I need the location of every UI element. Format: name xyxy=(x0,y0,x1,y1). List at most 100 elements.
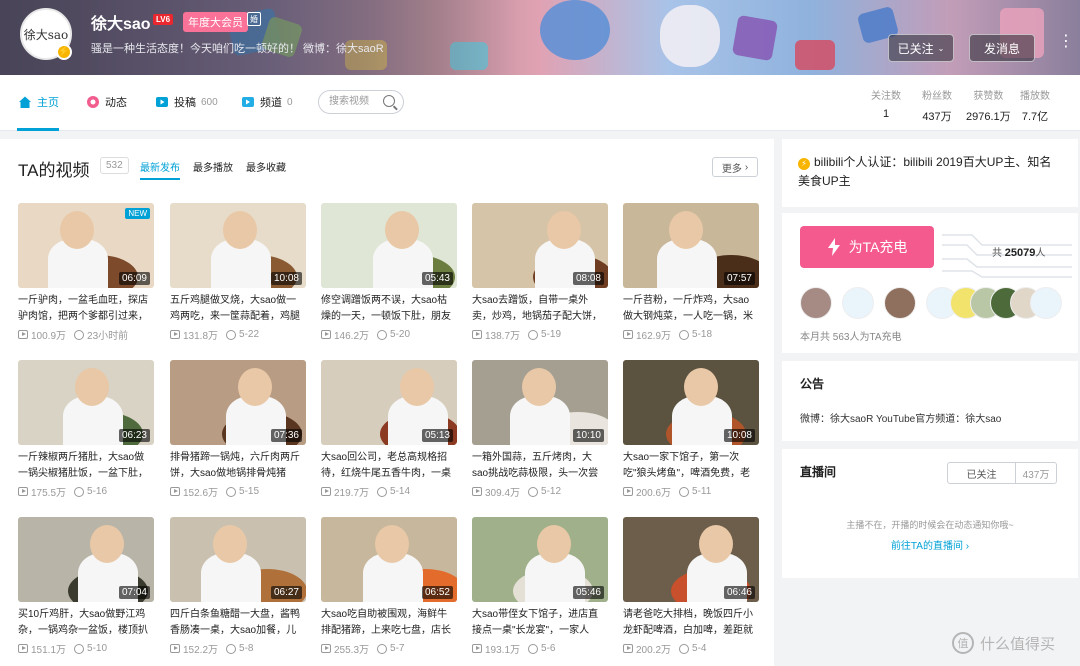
video-meta: 146.2万 5-20 xyxy=(321,327,457,342)
video-meta: 138.7万 5-19 xyxy=(472,327,608,342)
video-play-count: 152.2万 xyxy=(183,645,219,656)
watermark-text: 什么值得买 xyxy=(980,635,1056,653)
video-card[interactable]: 10:08 大sao一家下馆子，第一次吃"狼头烤鱼"，啤酒免费，老 200.6万 5-… xyxy=(623,360,759,499)
tab-most-favorited[interactable]: 最多收藏 xyxy=(246,159,286,174)
video-title[interactable]: 请老爸吃大排档，晚饭四斤小龙虾配啤酒，白加啤，差距就 xyxy=(623,607,759,639)
video-card[interactable]: 06:27 四斤白条鱼糖醋一大盘，酱鸭香肠凑一桌，大sao加餐，儿 152.2万 5-… xyxy=(170,517,306,656)
video-card[interactable]: 10:08 五斤鸡腿做叉烧，大sao做一鸡两吃，来一筐蒜配着，鸡腿 131.8万 5-… xyxy=(170,203,306,342)
video-duration: 07:36 xyxy=(270,429,302,442)
videos-count: 532 xyxy=(100,157,129,174)
video-publish-time: 5-19 xyxy=(541,329,562,340)
video-title[interactable]: 一箱外国蒜，五斤烤肉，大sao挑战吃蒜极限，头一次尝 xyxy=(472,450,608,482)
play-count-icon xyxy=(321,487,331,496)
video-title[interactable]: 四斤白条鱼糖醋一大盘，酱鸭香肠凑一桌，大sao加餐，儿 xyxy=(170,607,306,639)
tab-latest[interactable]: 最新发布 xyxy=(140,159,180,174)
play-count-icon xyxy=(472,487,482,496)
video-card[interactable]: 05:46 大sao带侄女下馆子，进店直接点一桌"长龙宴"，一家人 193.1万 5-… xyxy=(472,517,608,656)
more-videos-button[interactable]: 更多 › xyxy=(712,157,758,177)
tab-uploads[interactable]: 投稿 600 xyxy=(155,94,218,110)
tab-most-played[interactable]: 最多播放 xyxy=(193,159,233,174)
video-thumbnail[interactable]: 07:04 xyxy=(18,517,154,602)
tab-dynamic[interactable]: 动态 xyxy=(86,94,127,110)
vip-badge[interactable]: 年度大会员 xyxy=(183,12,248,32)
lightning-badge-icon: ⚡ xyxy=(798,158,810,170)
video-thumbnail[interactable]: 06:27 xyxy=(170,517,306,602)
video-play-count: 309.4万 xyxy=(485,488,521,499)
video-title[interactable]: 一斤苕粉，一斤炸鸡，大sao做大钢炖菜，一人吃一锅，米 xyxy=(623,293,759,325)
user-avatar[interactable]: 徐大sao ⚡ xyxy=(20,8,72,60)
video-title[interactable]: 排骨猪蹄一锅炖，六斤肉两斤饼，大sao做地锅排骨炖猪 xyxy=(170,450,306,482)
video-thumbnail[interactable]: 06:23 xyxy=(18,360,154,445)
video-thumbnail[interactable]: 06:46 xyxy=(623,517,759,602)
tab-channels[interactable]: 频道 0 xyxy=(241,94,293,110)
dynamic-icon xyxy=(87,96,99,108)
video-thumbnail[interactable]: 10:10 xyxy=(472,360,608,445)
video-card[interactable]: 07:36 排骨猪蹄一锅炖，六斤肉两斤饼，大sao做地锅排骨炖猪 152.6万 5-1… xyxy=(170,360,306,499)
video-meta: 151.1万 5-10 xyxy=(18,641,154,656)
go-to-live-room-link[interactable]: 前往TA的直播间 › xyxy=(782,537,1078,552)
clock-icon xyxy=(679,486,690,497)
tab-dynamic-label: 动态 xyxy=(105,97,127,109)
video-duration: 06:09 xyxy=(118,272,150,285)
video-card[interactable]: 10:10 一箱外国蒜，五斤烤肉，大sao挑战吃蒜极限，头一次尝 309.4万 5-1… xyxy=(472,360,608,499)
live-follow-button[interactable]: 已关注 437万 xyxy=(947,462,1057,484)
charger-avatar[interactable] xyxy=(884,287,916,319)
video-card[interactable]: 06:46 请老爸吃大排档，晚饭四斤小龙虾配啤酒，白加啤，差距就 200.2万 5-4 xyxy=(623,517,759,656)
video-card[interactable]: 07:57 一斤苕粉，一斤炸鸡，大sao做大钢炖菜，一人吃一锅，米 162.9万 5-… xyxy=(623,203,759,342)
video-play-count: 131.8万 xyxy=(183,331,219,342)
video-title[interactable]: 大sao去蹭饭，自带一桌外卖，炒鸡，地锅茄子配大饼， xyxy=(472,293,608,325)
video-thumbnail[interactable]: 10:08 xyxy=(623,360,759,445)
video-card[interactable]: NEW 06:09 一斤驴肉，一盆毛血旺，探店驴肉馆，把两个爹都引过来， 100.9万… xyxy=(18,203,154,342)
video-duration: 06:52 xyxy=(421,586,453,599)
video-play-count: 152.6万 xyxy=(183,488,219,499)
video-meta: 152.6万 5-15 xyxy=(170,484,306,499)
send-message-button[interactable]: 发消息 xyxy=(969,34,1035,62)
video-card[interactable]: 05:43 修空调蹭饭两不误，大sao枯燥的一天，一顿饭下肚，朋友 146.2万 5-… xyxy=(321,203,457,342)
search-placeholder: 搜索视频 xyxy=(329,96,369,107)
followed-button[interactable]: 已关注 ⌄ xyxy=(888,34,954,62)
charger-avatar[interactable] xyxy=(842,287,874,319)
video-title[interactable]: 修空调蹭饭两不误，大sao枯燥的一天，一顿饭下肚，朋友 xyxy=(321,293,457,325)
stat-value: 437万 xyxy=(922,111,952,123)
clock-icon xyxy=(679,643,690,654)
tab-home[interactable]: 主页 xyxy=(18,94,59,110)
video-thumbnail[interactable]: 08:08 xyxy=(472,203,608,288)
video-thumbnail[interactable]: 05:13 xyxy=(321,360,457,445)
search-icon[interactable] xyxy=(383,95,395,107)
video-publish-time: 5-22 xyxy=(239,329,260,340)
charger-avatar[interactable] xyxy=(800,287,832,319)
charge-button[interactable]: 为TA充电 xyxy=(800,226,934,268)
video-title[interactable]: 大sao回公司，老总高规格招待，红烧牛尾五香牛肉，一桌 xyxy=(321,450,457,482)
play-count-icon xyxy=(472,330,482,339)
video-title[interactable]: 五斤鸡腿做叉烧，大sao做一鸡两吃，来一筐蒜配着，鸡腿 xyxy=(170,293,306,325)
video-thumbnail[interactable]: 06:52 xyxy=(321,517,457,602)
video-title[interactable]: 一斤驴肉，一盆毛血旺，探店驴肉馆，把两个爹都引过来， xyxy=(18,293,154,325)
video-card[interactable]: 06:52 大sao吃自助被围观，海鲜牛排配猪蹄，上来吃七盘，店长 255.3万 5-… xyxy=(321,517,457,656)
video-title[interactable]: 大sao带侄女下馆子，进店直接点一桌"长龙宴"，一家人 xyxy=(472,607,608,639)
video-search-input[interactable]: 搜索视频 xyxy=(318,90,404,114)
more-menu-icon[interactable]: ⋮ xyxy=(1058,34,1074,50)
charger-avatar[interactable] xyxy=(1030,287,1062,319)
video-thumbnail[interactable]: 07:57 xyxy=(623,203,759,288)
clock-icon xyxy=(74,643,85,654)
video-card[interactable]: 08:08 大sao去蹭饭，自带一桌外卖，炒鸡，地锅茄子配大饼， 138.7万 5-1… xyxy=(472,203,608,342)
live-followed-label: 已关注 xyxy=(948,463,1016,483)
play-count-icon xyxy=(18,487,28,496)
video-thumbnail[interactable]: NEW 06:09 xyxy=(18,203,154,288)
video-thumbnail[interactable]: 10:08 xyxy=(170,203,306,288)
video-title[interactable]: 大sao一家下馆子，第一次吃"狼头烤鱼"，啤酒免费，老 xyxy=(623,450,759,482)
stat-fans[interactable]: 粉丝数 437万 xyxy=(922,87,952,124)
video-title[interactable]: 一斤辣椒两斤猪肚，大sao做一锅尖椒猪肚饭，一盆下肚， xyxy=(18,450,154,482)
video-title[interactable]: 买10斤鸡肝，大sao做野江鸡杂，一锅鸡杂一盆饭，楼顶扒 xyxy=(18,607,154,639)
video-thumbnail[interactable]: 05:43 xyxy=(321,203,457,288)
video-card[interactable]: 07:04 买10斤鸡肝，大sao做野江鸡杂，一锅鸡杂一盆饭，楼顶扒 151.1万 5… xyxy=(18,517,154,656)
video-thumbnail[interactable]: 07:36 xyxy=(170,360,306,445)
video-card[interactable]: 06:23 一斤辣椒两斤猪肚，大sao做一锅尖椒猪肚饭，一盆下肚， 175.5万 5-… xyxy=(18,360,154,499)
video-thumbnail[interactable]: 05:46 xyxy=(472,517,608,602)
play-count-icon xyxy=(472,644,482,653)
video-meta: 193.1万 5-6 xyxy=(472,641,608,656)
stat-following[interactable]: 关注数 1 xyxy=(871,87,901,120)
video-card[interactable]: 05:13 大sao回公司，老总高规格招待，红烧牛尾五香牛肉，一桌 219.7万 5-… xyxy=(321,360,457,499)
video-title[interactable]: 大sao吃自助被围观，海鲜牛排配猪蹄，上来吃七盘，店长 xyxy=(321,607,457,639)
clock-icon xyxy=(528,643,539,654)
